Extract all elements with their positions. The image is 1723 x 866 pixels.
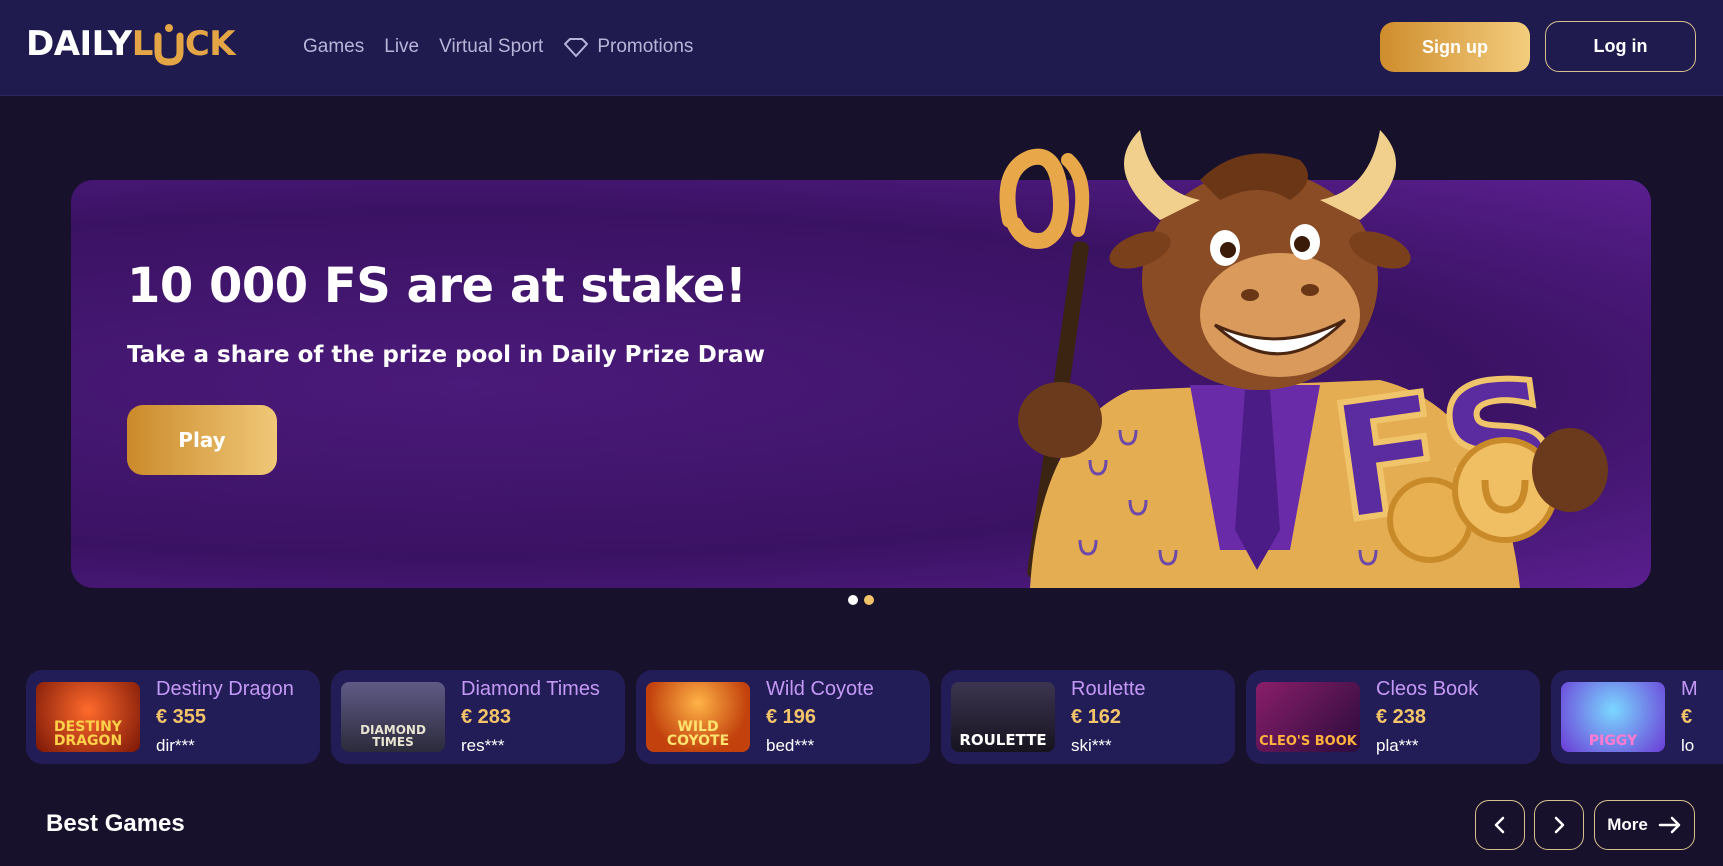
diamond-icon: [564, 38, 589, 57]
thumbnail-label: CLEO'S BOOK: [1259, 734, 1357, 749]
winners-track: DESTINY DRAGON Destiny Dragon € 355 dir*…: [26, 670, 1723, 764]
logo-text-daily: DAILY: [26, 24, 132, 64]
hero-subtitle: Take a share of the prize pool in Daily …: [127, 342, 765, 368]
hero-title: 10 000 FS are at stake!: [127, 258, 747, 314]
winner-username: lo: [1681, 736, 1695, 755]
next-arrow-button[interactable]: [1534, 800, 1584, 850]
nav-virtual-sport-label: Virtual Sport: [439, 36, 544, 57]
game-thumbnail: WILD COYOTE: [646, 682, 750, 752]
logo-text-luck: L CK: [131, 22, 236, 66]
winner-game-name: Destiny Dragon: [156, 678, 294, 700]
logo-letters-ck: CK: [184, 24, 236, 64]
thumbnail-label: WILD COYOTE: [666, 719, 730, 749]
game-thumbnail: DIAMOND TIMES: [341, 682, 445, 752]
winner-game-name: Wild Coyote: [766, 678, 874, 700]
game-thumbnail: DESTINY DRAGON: [36, 682, 140, 752]
winner-amount: € 283: [461, 706, 512, 728]
signup-button[interactable]: Sign up: [1380, 22, 1530, 72]
nav-promotions-label: Promotions: [597, 36, 694, 57]
more-button-label: More: [1607, 815, 1648, 834]
winner-amount: € 162: [1071, 706, 1122, 728]
main-nav: Games Live Virtual Sport Promotions: [303, 30, 693, 64]
logo[interactable]: DAILY L CK: [26, 20, 236, 68]
header: DAILY L CK Games Live Virtual Sport Prom…: [0, 0, 1723, 96]
winner-card[interactable]: ROULETTE Roulette € 162 ski***: [941, 670, 1235, 764]
winner-amount: € 196: [766, 706, 817, 728]
nav-promotions[interactable]: Promotions: [563, 30, 693, 64]
winner-game-name: M: [1681, 678, 1698, 700]
login-button[interactable]: Log in: [1545, 21, 1696, 72]
winner-game-name: Diamond Times: [461, 678, 600, 700]
thumbnail-label: DESTINY DRAGON: [53, 719, 123, 749]
logo-letter-l: L: [131, 24, 154, 64]
nav-live-label: Live: [384, 36, 420, 57]
more-button[interactable]: More: [1594, 800, 1695, 850]
nav-live[interactable]: Live: [384, 30, 419, 64]
winner-amount: € 355: [156, 706, 207, 728]
winner-amount: €: [1681, 706, 1693, 728]
chevron-right-icon: [1554, 816, 1565, 834]
hero-play-button[interactable]: Play: [127, 405, 277, 475]
winner-username: pla***: [1376, 736, 1419, 755]
winner-card[interactable]: PIGGY M € lo: [1551, 670, 1723, 764]
thumbnail-label: DIAMOND TIMES: [360, 723, 426, 749]
nav-virtual-sport[interactable]: Virtual Sport: [439, 30, 543, 64]
winner-username: res***: [461, 736, 505, 755]
horseshoe-icon: [154, 22, 184, 66]
bull-mascot-illustration: FS: [999, 130, 1608, 588]
winner-username: bed***: [766, 736, 815, 755]
thumbnail-label: PIGGY: [1588, 733, 1638, 749]
prev-arrow-button[interactable]: [1475, 800, 1525, 850]
winner-username: ski***: [1071, 736, 1112, 755]
winner-game-name: Cleos Book: [1376, 678, 1479, 700]
arrow-right-icon: [1658, 816, 1681, 834]
nav-games-label: Games: [303, 36, 365, 57]
winner-card[interactable]: CLEO'S BOOK Cleos Book € 238 pla***: [1246, 670, 1540, 764]
chevron-left-icon: [1494, 816, 1505, 834]
game-thumbnail: CLEO'S BOOK: [1256, 682, 1360, 752]
winner-card[interactable]: DIAMOND TIMES Diamond Times € 283 res***: [331, 670, 625, 764]
game-thumbnail: PIGGY: [1561, 682, 1665, 752]
winner-card[interactable]: WILD COYOTE Wild Coyote € 196 bed***: [636, 670, 930, 764]
carousel-dots: [848, 595, 874, 605]
recent-winners-strip: DESTINY DRAGON Destiny Dragon € 355 dir*…: [26, 670, 1723, 764]
winner-amount: € 238: [1376, 706, 1427, 728]
winner-card[interactable]: DESTINY DRAGON Destiny Dragon € 355 dir*…: [26, 670, 320, 764]
carousel-dot-2[interactable]: [864, 595, 874, 605]
nav-games[interactable]: Games: [303, 30, 364, 64]
thumbnail-label: ROULETTE: [959, 731, 1047, 749]
carousel-dot-1[interactable]: [848, 595, 858, 605]
winner-username: dir***: [156, 736, 195, 755]
best-games-title: Best Games: [46, 810, 185, 837]
game-thumbnail: ROULETTE: [951, 682, 1055, 752]
winner-game-name: Roulette: [1071, 678, 1146, 700]
